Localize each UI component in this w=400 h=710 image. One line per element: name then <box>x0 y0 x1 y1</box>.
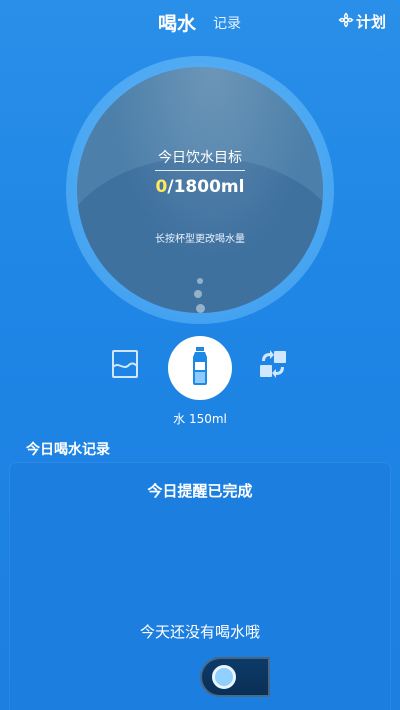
switch-arrows-icon[interactable] <box>258 349 288 379</box>
water-bottle-icon <box>186 346 214 390</box>
top-bar: 喝水 记录 计划 <box>0 0 400 44</box>
goal-hint: 长按杯型更改喝水量 <box>155 234 245 245</box>
flower-icon <box>338 12 354 32</box>
records-section-title: 今日喝水记录 <box>26 442 110 458</box>
reminder-status: 今日提醒已完成 <box>147 482 253 500</box>
goal-target-amount: /1800ml <box>167 177 245 197</box>
goal-current-amount: 0 <box>155 177 168 197</box>
plan-label: 计划 <box>355 13 386 31</box>
empty-records-text: 今天还没有喝水哦 <box>139 623 260 641</box>
floating-widget-knob <box>212 665 236 689</box>
tab-records[interactable]: 记录 <box>213 13 241 33</box>
selected-cup-label: 水 150ml <box>173 412 227 426</box>
goal-value: 0/1800ml <box>77 177 323 197</box>
cup-selector[interactable] <box>168 336 232 400</box>
tab-drink-water[interactable]: 喝水 <box>158 9 196 36</box>
goal-divider <box>155 170 245 171</box>
bubbles-decoration <box>188 270 212 320</box>
plan-button[interactable]: 计划 <box>338 11 386 32</box>
goal-title: 今日饮水目标 <box>158 150 242 166</box>
chart-card-icon[interactable] <box>110 349 140 379</box>
